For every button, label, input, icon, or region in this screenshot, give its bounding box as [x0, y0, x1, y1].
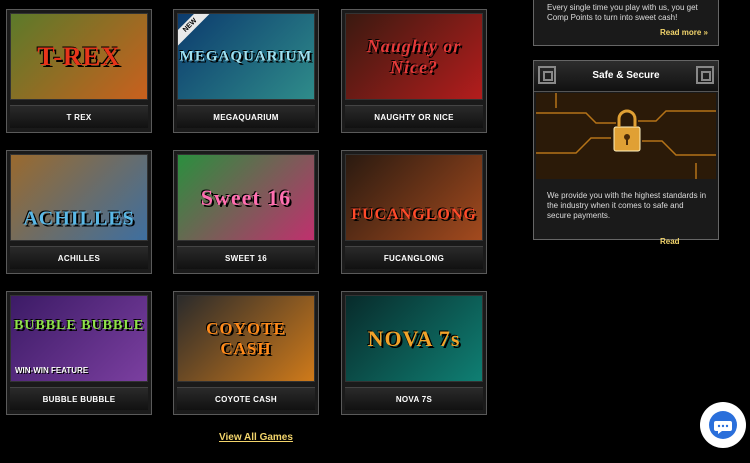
game-art-title: COYOTE CASH — [206, 318, 286, 358]
game-art[interactable]: T-REX — [10, 13, 148, 100]
greek-key-icon — [696, 66, 714, 84]
game-art[interactable]: Naughty or Nice? — [345, 13, 483, 100]
game-tile-sweet-16[interactable]: Sweet 16 SWEET 16 — [173, 150, 319, 274]
read-more-link[interactable]: Read more » — [660, 28, 708, 37]
game-caption[interactable]: COYOTE CASH — [177, 387, 315, 410]
comp-points-text: Every single time you play with us, you … — [547, 3, 698, 22]
game-art-subtitle: WIN-WIN FEATURE — [15, 366, 89, 375]
game-art[interactable]: ACHILLES — [10, 154, 148, 241]
game-art[interactable]: NEW MEGAQUARIUM — [177, 13, 315, 100]
chat-button[interactable] — [700, 402, 746, 448]
game-art[interactable]: Sweet 16 — [177, 154, 315, 241]
game-caption[interactable]: SWEET 16 — [177, 246, 315, 269]
new-badge: NEW — [178, 14, 212, 47]
view-all-games-link[interactable]: View All Games — [219, 432, 293, 443]
game-tile-achilles[interactable]: ACHILLES ACHILLES — [6, 150, 152, 274]
game-tile-nova-7s[interactable]: NOVA 7s NOVA 7S — [341, 291, 487, 415]
game-caption[interactable]: T REX — [10, 105, 148, 128]
game-art-title: BUBBLE BUBBLE — [13, 317, 145, 333]
game-art-title: T-REX — [37, 41, 121, 71]
game-tile-megaquarium[interactable]: NEW MEGAQUARIUM MEGAQUARIUM — [173, 9, 319, 133]
game-caption[interactable]: ACHILLES — [10, 246, 148, 269]
game-tile-coyote-cash[interactable]: COYOTE CASH COYOTE CASH — [173, 291, 319, 415]
game-art-title: Sweet 16 — [200, 184, 292, 210]
padlock-icon — [536, 93, 716, 179]
panel-title: Safe & Secure — [592, 70, 660, 81]
game-caption[interactable]: NOVA 7S — [345, 387, 483, 410]
comp-points-panel: Every single time you play with us, you … — [533, 0, 719, 46]
chat-bubble-icon — [709, 411, 737, 439]
game-art[interactable]: COYOTE CASH — [177, 295, 315, 382]
game-art-title: FUCANGLONG — [351, 205, 477, 223]
game-caption[interactable]: BUBBLE BUBBLE — [10, 387, 148, 410]
padlock-circuit-image — [536, 93, 716, 179]
panel-header: Safe & Secure — [534, 61, 718, 92]
game-caption[interactable]: FUCANGLONG — [345, 246, 483, 269]
game-tile-t-rex[interactable]: T-REX T REX — [6, 9, 152, 133]
safe-secure-text: We provide you with the highest standard… — [547, 191, 707, 220]
safe-secure-panel: Safe & Secure We provide you with the hi… — [533, 60, 719, 246]
game-art-title: NOVA 7s — [367, 325, 461, 351]
game-tile-naughty-or-nice[interactable]: Naughty or Nice? NAUGHTY OR NICE — [341, 9, 487, 133]
game-art[interactable]: BUBBLE BUBBLE WIN-WIN FEATURE — [10, 295, 148, 382]
game-art[interactable]: NOVA 7s — [345, 295, 483, 382]
game-tile-bubble-bubble[interactable]: BUBBLE BUBBLE WIN-WIN FEATURE BUBBLE BUB… — [6, 291, 152, 415]
game-art-title: ACHILLES — [23, 207, 135, 230]
game-caption[interactable]: NAUGHTY OR NICE — [345, 105, 483, 128]
game-art-title: MEGAQUARIUM — [179, 48, 313, 64]
game-caption[interactable]: MEGAQUARIUM — [177, 105, 315, 128]
game-art[interactable]: FUCANGLONG — [345, 154, 483, 241]
read-more-link[interactable]: Read — [660, 237, 680, 246]
game-art-title: Naughty or Nice? — [366, 35, 462, 77]
game-tile-fucanglong[interactable]: FUCANGLONG FUCANGLONG — [341, 150, 487, 274]
